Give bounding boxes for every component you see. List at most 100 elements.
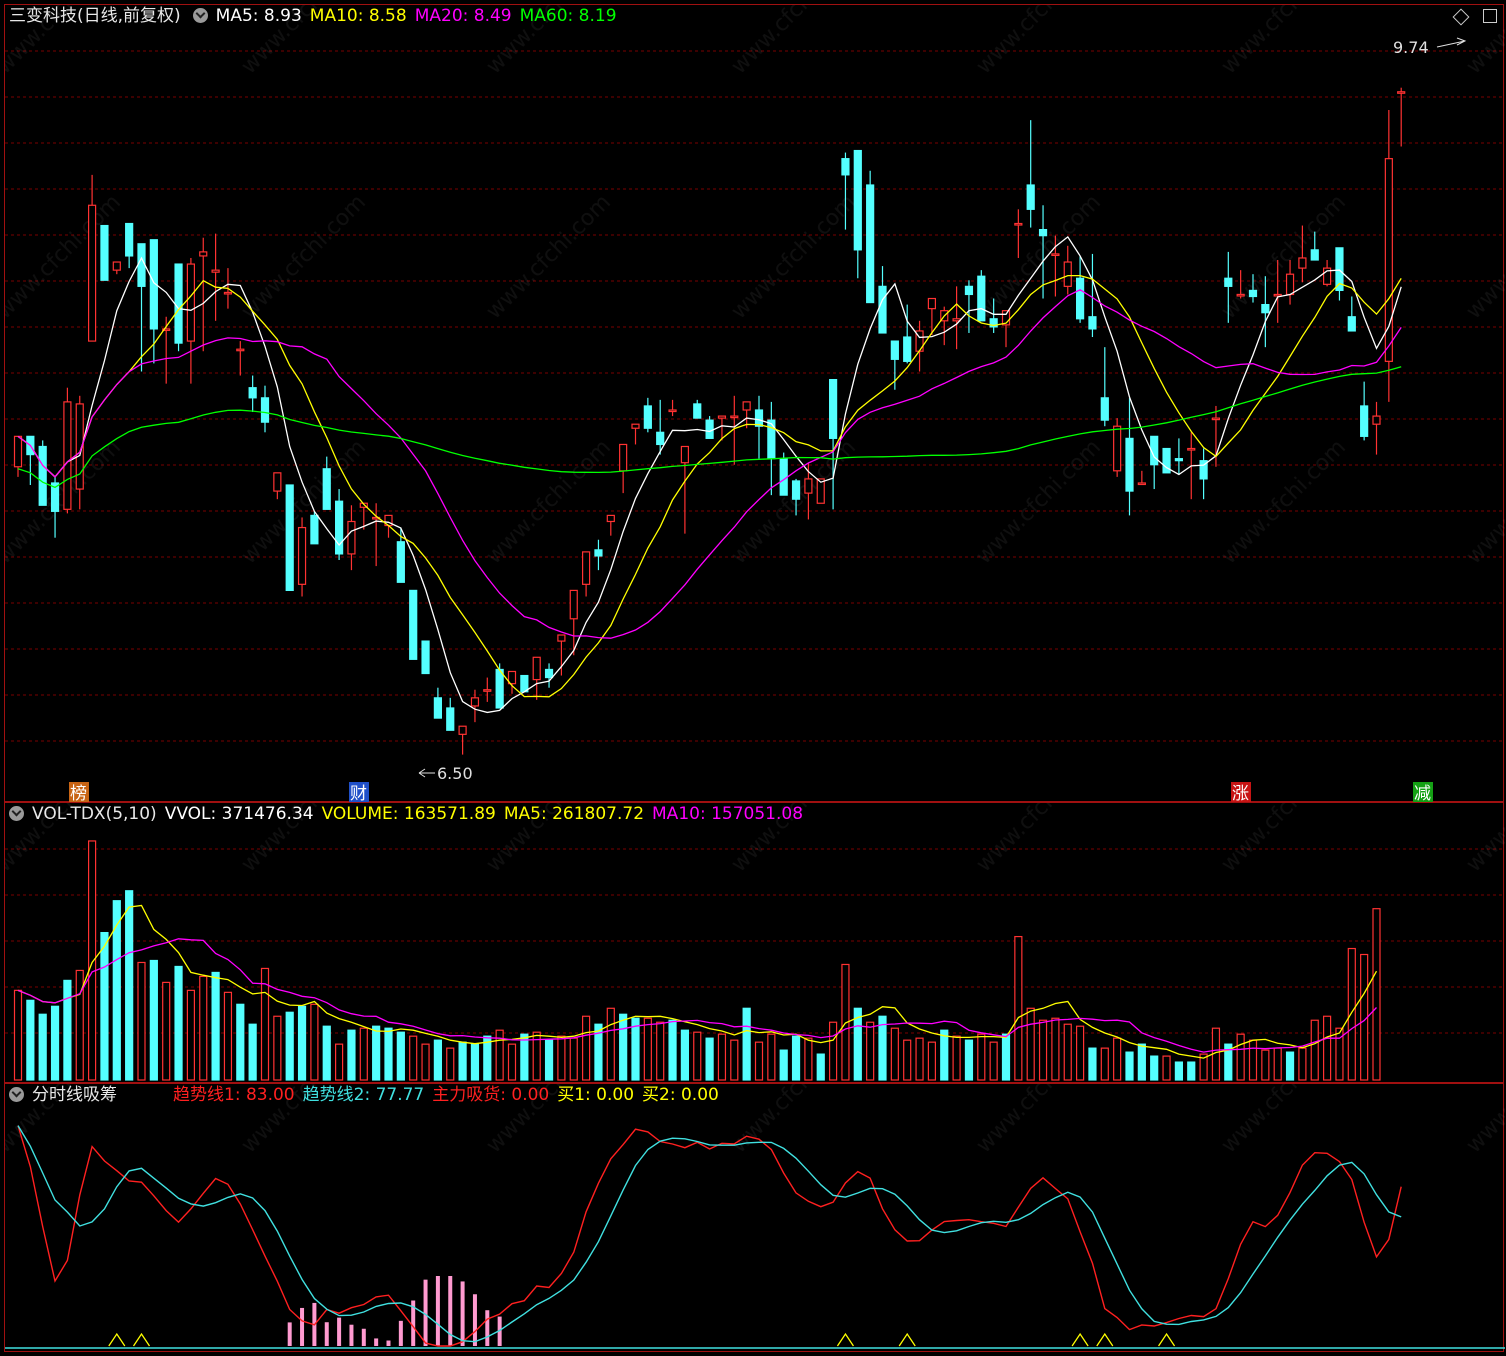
- volume-bar: [396, 1031, 405, 1081]
- candle-body: [100, 224, 109, 281]
- candle-body: [236, 348, 245, 352]
- candle-body: [248, 387, 257, 399]
- volume-bar: [767, 1033, 776, 1081]
- candle-body: [273, 472, 282, 492]
- candle-body: [594, 549, 603, 557]
- volume-bar: [606, 1007, 615, 1081]
- candle-body: [643, 405, 652, 429]
- volume-bar: [1137, 1043, 1146, 1081]
- indicator-title: 分时线吸筹: [32, 1085, 117, 1105]
- volume-bar: [236, 1003, 245, 1081]
- indicator-panel[interactable]: www.cfchi.com www.cfchi.com www.cfchi.com w…: [4, 1083, 1505, 1353]
- candle-body: [174, 263, 183, 344]
- volume-bar: [816, 1053, 825, 1081]
- volume-bar: [1038, 1019, 1048, 1081]
- candle-body: [1063, 261, 1072, 287]
- volume-bar: [631, 1017, 640, 1081]
- dropdown-icon[interactable]: [192, 8, 208, 23]
- candle-body: [754, 409, 764, 427]
- candle-body: [1397, 91, 1406, 94]
- buy-signal-icon: [132, 1332, 151, 1347]
- candle-body: [112, 261, 121, 271]
- watermark-text: www.cfchi.com: [1217, 803, 1351, 877]
- watermark-text: www.cfchi.com: [482, 435, 616, 569]
- candle-body: [717, 415, 727, 419]
- absorption-bar: [472, 1294, 477, 1346]
- volume-bar: [297, 1005, 307, 1081]
- volume-chart[interactable]: www.cfchi.com www.cfchi.com www.cfchi.com w…: [5, 803, 1505, 1084]
- absorption-bar: [361, 1328, 366, 1346]
- chart-window: www.cfchi.com www.cfchi.com www.cfchi.com w…: [0, 0, 1506, 1356]
- watermark-text: www.cfchi.com: [727, 435, 861, 569]
- absorption-bar: [485, 1310, 490, 1346]
- watermark-text: www.cfchi.com: [727, 190, 861, 324]
- volume-bar: [878, 1015, 887, 1081]
- indicator-chart[interactable]: www.cfchi.com www.cfchi.com www.cfchi.com w…: [5, 1084, 1505, 1353]
- candle-body: [223, 291, 233, 295]
- volume-bar: [1150, 1055, 1159, 1081]
- dropdown-icon[interactable]: [9, 1087, 24, 1102]
- candle-body: [730, 415, 739, 419]
- candle-body: [1248, 289, 1258, 298]
- candle-body: [927, 297, 937, 310]
- price-panel[interactable]: www.cfchi.com www.cfchi.com www.cfchi.com w…: [4, 4, 1505, 803]
- candle-body: [619, 443, 628, 472]
- legend-volume: VOLUME: 163571.89: [321, 804, 496, 824]
- candle-body: [186, 263, 195, 342]
- watermark-text: www.cfchi.com: [237, 190, 371, 324]
- candle-body: [1347, 316, 1356, 332]
- maximize-icon[interactable]: [1483, 9, 1497, 23]
- candle-body: [335, 500, 344, 555]
- volume-bar: [100, 931, 109, 1081]
- watermark-text: www.cfchi.com: [1217, 435, 1351, 569]
- volume-bar: [199, 975, 208, 1081]
- price-chart[interactable]: www.cfchi.com www.cfchi.com www.cfchi.com w…: [5, 5, 1505, 803]
- candle-body: [705, 419, 714, 439]
- event-tag-label: 榜: [70, 784, 87, 803]
- stock-title: 三变科技(日线,前复权): [9, 6, 181, 26]
- candle-body: [137, 243, 146, 287]
- candle-body: [1125, 437, 1134, 492]
- volume-bar: [964, 1039, 974, 1081]
- candle-body: [903, 336, 912, 362]
- volume-bar: [174, 965, 183, 1081]
- volume-bar: [372, 1025, 381, 1081]
- watermark-text: www.cfchi.com: [972, 435, 1106, 569]
- candle-body: [1224, 277, 1233, 287]
- volume-bar: [1100, 1047, 1109, 1081]
- volume-bar: [335, 1043, 344, 1081]
- candle-body: [483, 689, 492, 692]
- buy-signal-icon: [1096, 1332, 1114, 1347]
- volume-bar: [1174, 1061, 1184, 1081]
- absorption-bar: [300, 1307, 305, 1346]
- candle-body: [396, 541, 405, 583]
- volume-bar: [643, 1017, 652, 1081]
- candle-body: [1075, 277, 1085, 320]
- candle-body: [569, 589, 578, 620]
- absorption-bar: [374, 1338, 379, 1346]
- legend-vvol: VVOL: 371476.34: [164, 804, 314, 824]
- event-tag-label: 财: [350, 784, 367, 803]
- legend-ma20: MA20: 8.49: [414, 6, 512, 26]
- volume-panel[interactable]: www.cfchi.com www.cfchi.com www.cfchi.com w…: [4, 802, 1505, 1084]
- volume-bar: [1001, 1033, 1011, 1081]
- absorption-bar: [386, 1340, 391, 1346]
- volume-bar: [557, 1035, 566, 1081]
- volume-bar: [384, 1027, 393, 1081]
- volume-bar: [63, 979, 72, 1081]
- candle-body: [1310, 249, 1319, 261]
- volume-bar: [347, 1029, 356, 1081]
- candle-body: [13, 435, 23, 468]
- dropdown-icon[interactable]: [9, 806, 24, 821]
- volume-bar: [1310, 1019, 1319, 1081]
- volume-bar: [828, 1021, 838, 1081]
- candle-body: [878, 285, 887, 334]
- volume-bar: [544, 1039, 554, 1081]
- candle-body: [1026, 184, 1035, 210]
- candle-body: [656, 431, 665, 446]
- watermark-text: www.cfchi.com: [1217, 5, 1351, 79]
- volume-bar: [273, 1015, 282, 1081]
- legend-ma5: MA5: 261807.72: [503, 804, 645, 824]
- volume-bar: [1187, 1061, 1196, 1081]
- volume-bar: [1125, 1051, 1134, 1081]
